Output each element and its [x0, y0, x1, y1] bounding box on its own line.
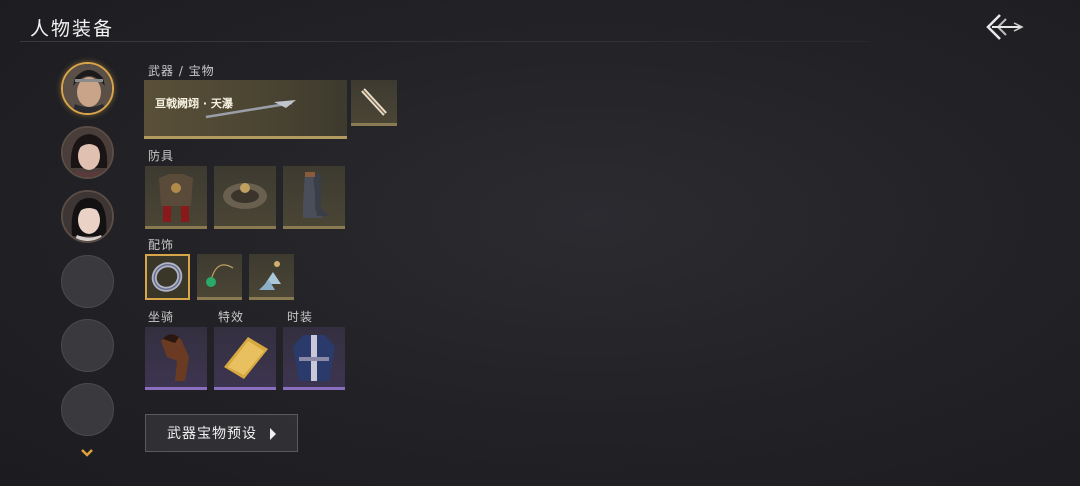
- mount-section-label: 坐骑: [148, 310, 175, 324]
- effect-section-label: 特效: [218, 310, 245, 324]
- scroll-treasure-icon: [361, 88, 387, 116]
- costume-slot[interactable]: [283, 327, 345, 390]
- empty-character-slot[interactable]: [61, 255, 114, 308]
- armor-section-label: 防具: [148, 149, 175, 163]
- accessory-slot-pendant[interactable]: [197, 254, 242, 300]
- empty-character-slot[interactable]: [61, 319, 114, 372]
- weapon-section-label: 武器 / 宝物: [148, 64, 215, 78]
- preset-button-label: 武器宝物预设: [167, 426, 257, 442]
- treasure-slot[interactable]: [351, 80, 397, 126]
- chevron-right-icon: [270, 428, 276, 440]
- effect-card-icon: [224, 337, 268, 379]
- costume-section-label: 时装: [287, 310, 314, 324]
- belt-guard-icon: [223, 183, 267, 209]
- accessory-section-label: 配饰: [148, 238, 175, 252]
- boots-icon: [303, 172, 329, 218]
- male-hero-portrait: [63, 64, 112, 113]
- character-avatar-1[interactable]: [61, 62, 114, 115]
- accessory-slot-ring[interactable]: [145, 254, 190, 300]
- empty-character-slot[interactable]: [61, 383, 114, 436]
- female-hero-portrait: [63, 128, 112, 177]
- armor-slot-body[interactable]: [145, 166, 207, 229]
- mount-slot[interactable]: [145, 327, 207, 390]
- chevron-down-icon: [81, 449, 93, 457]
- character-avatar-2[interactable]: [61, 126, 114, 179]
- weapon-preset-button[interactable]: 武器宝物预设: [145, 414, 298, 452]
- armor-slot-boots[interactable]: [283, 166, 345, 229]
- ring-icon: [151, 262, 183, 292]
- accessory-slot-earring[interactable]: [249, 254, 294, 300]
- effect-slot[interactable]: [214, 327, 276, 390]
- jade-pendant-icon: [206, 264, 234, 287]
- horse-icon: [161, 334, 189, 381]
- scroll-down-button[interactable]: [81, 443, 93, 457]
- earring-icon: [259, 261, 281, 290]
- robe-costume-icon: [293, 335, 335, 381]
- character-avatar-3[interactable]: [61, 190, 114, 243]
- weapon-slot[interactable]: 亘戟阙翊 · 天瀑: [144, 80, 347, 139]
- back-button[interactable]: [980, 10, 1026, 44]
- armor-slot-belt[interactable]: [214, 166, 276, 229]
- chest-armor-icon: [159, 174, 193, 222]
- page-title: 人物装备: [30, 18, 115, 40]
- header-divider: [20, 41, 870, 42]
- back-arrow-icon: [986, 14, 1024, 40]
- female-companion-portrait: [63, 192, 112, 241]
- halberd-icon: [205, 100, 296, 119]
